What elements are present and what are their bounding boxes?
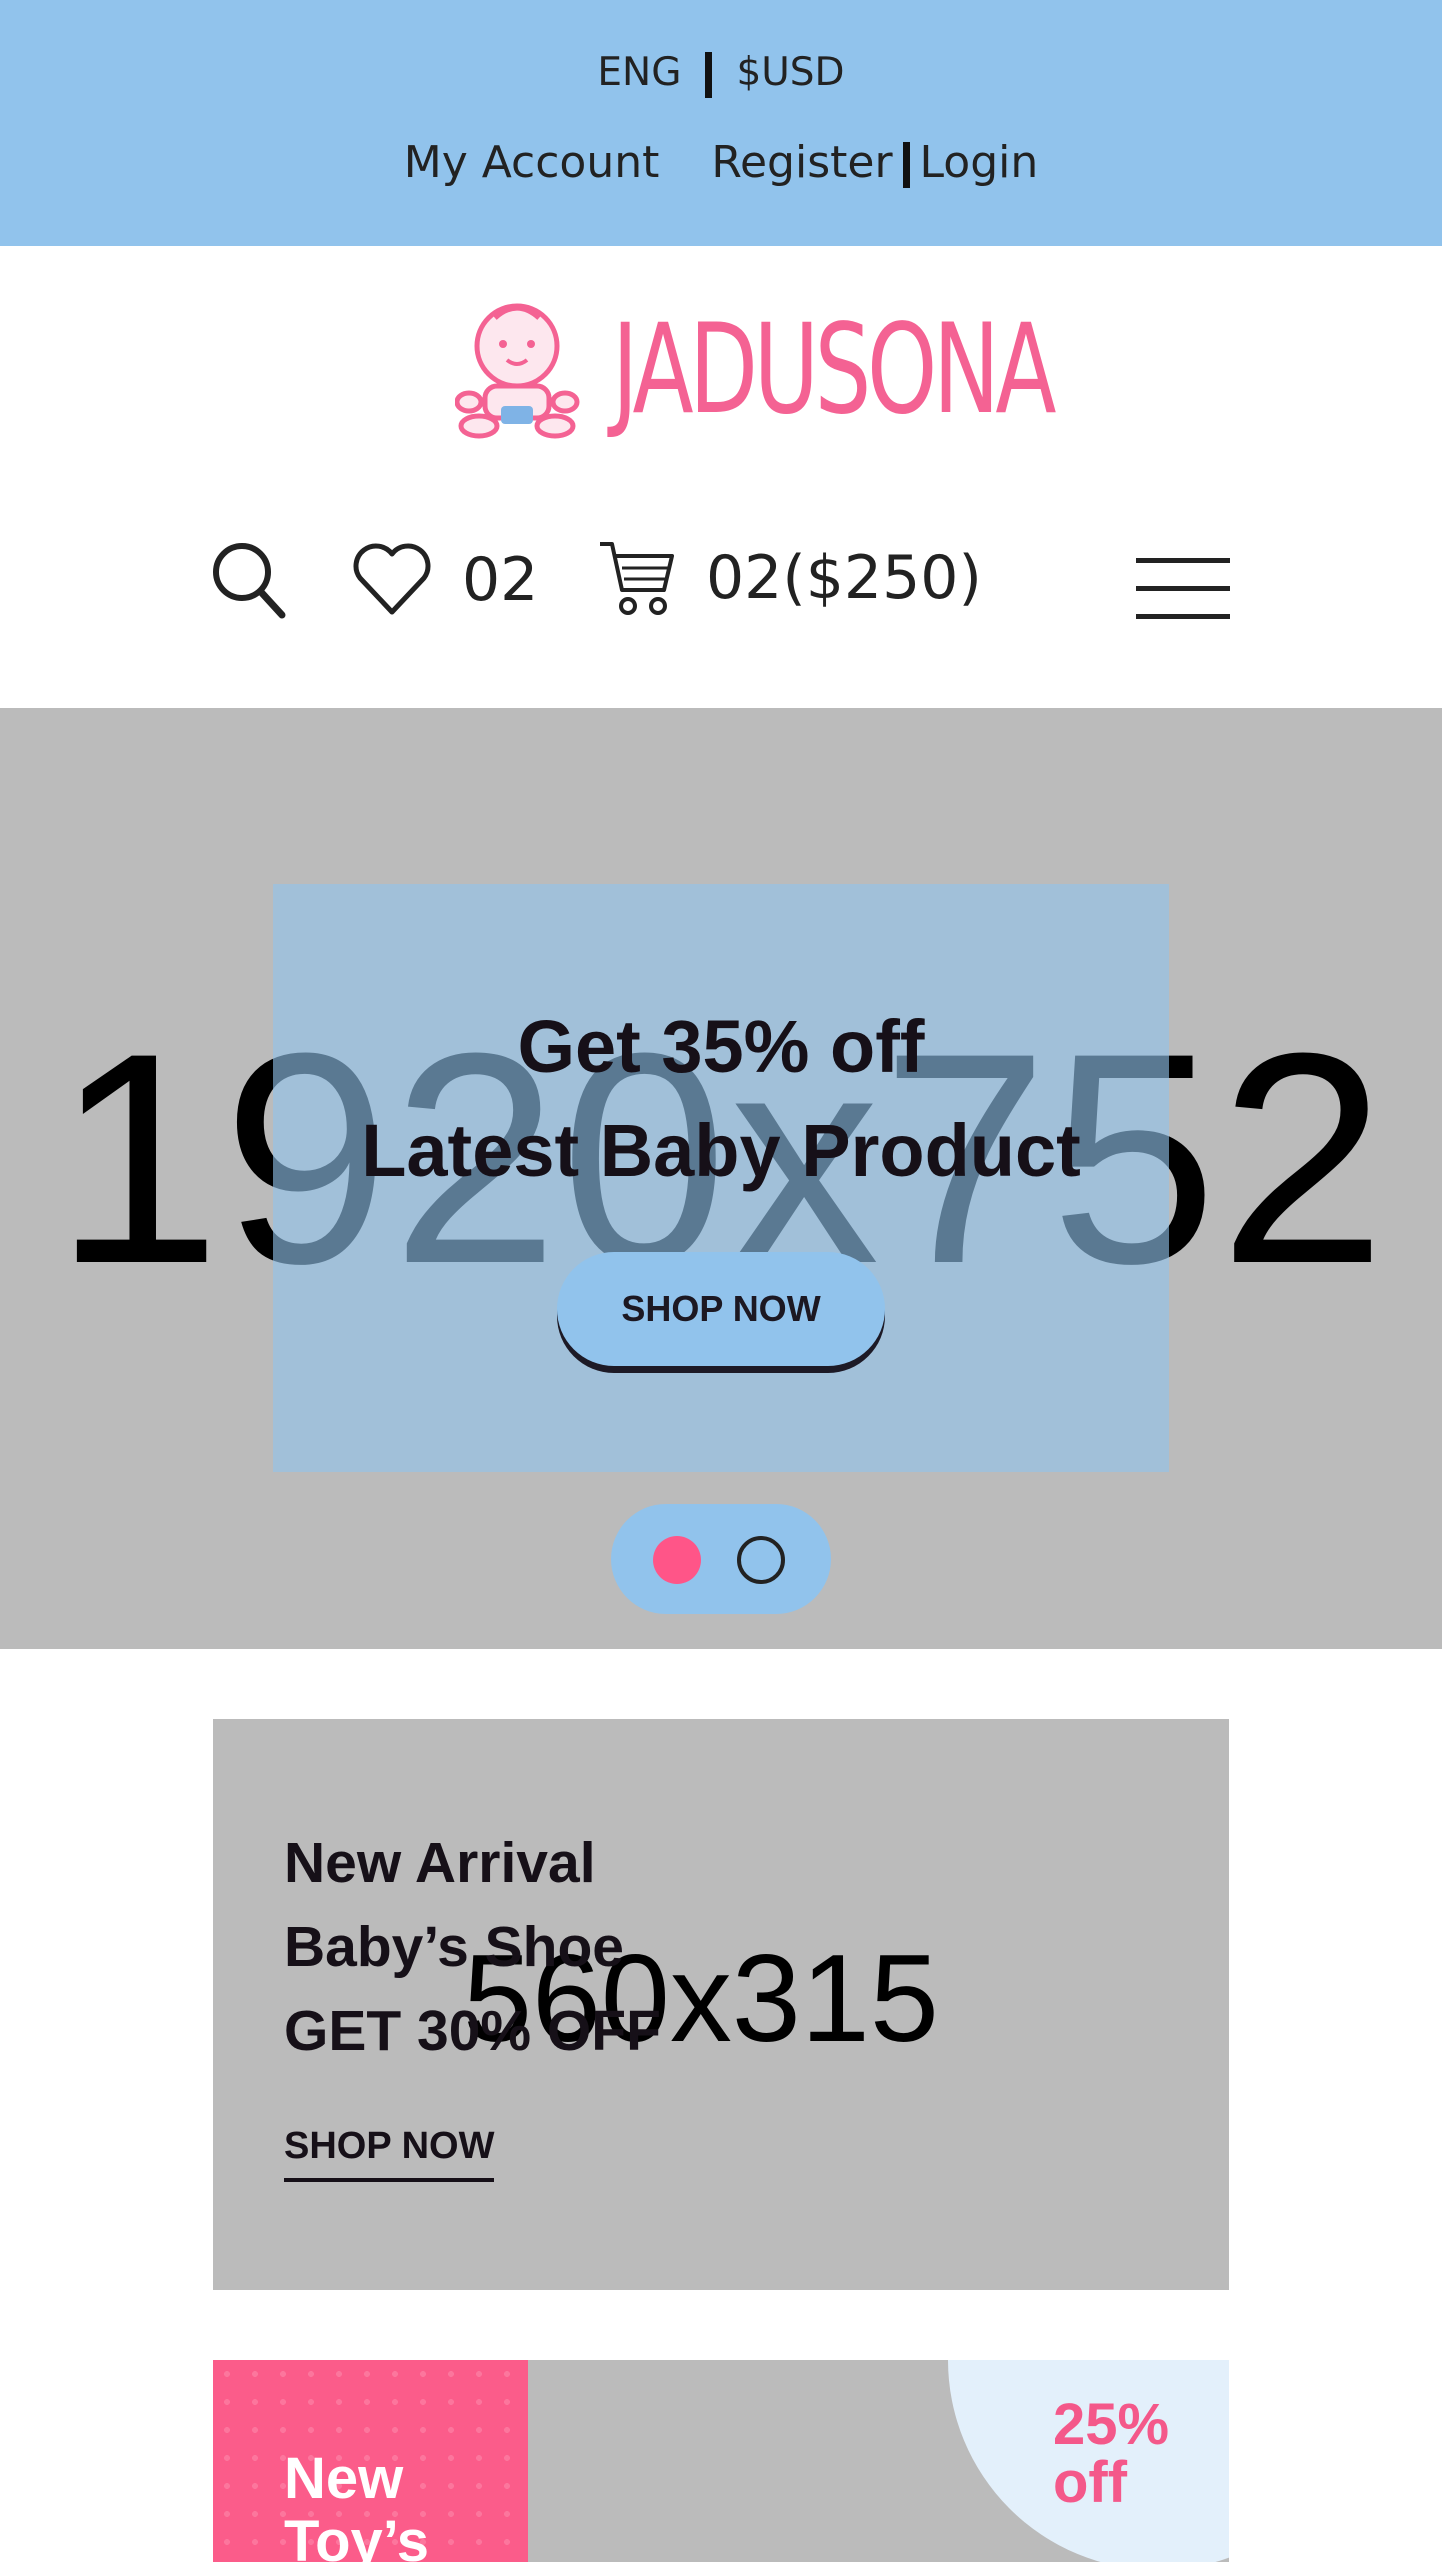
my-account-link[interactable]: My Account [404,137,660,188]
promo-banner-shoes[interactable]: 560x315 New Arrival Baby’s Shoe GET 30% … [213,1719,1229,2290]
logo-text: JADUSONA [612,298,1057,442]
register-link[interactable]: Register [711,137,892,188]
language-selector[interactable]: ENG [597,50,681,95]
hamburger-menu-icon[interactable] [1136,554,1230,622]
header-actions: 02 02($250) [0,530,1442,630]
divider [705,51,713,98]
discount-off: off [1053,2450,1128,2515]
banner-line3: GET 30% OFF [284,1999,661,2063]
toys-heading-line2: Toy’s [284,2508,430,2562]
toys-pink-panel: New Toy’s [213,2360,528,2562]
locale-row: ENG $USD [0,50,1442,98]
baby-mascot-icon [455,303,580,439]
discount-badge: 25% off [1053,2396,1169,2512]
promo-banner-toys[interactable]: New Toy’s 25% off [213,2360,1229,2562]
discount-percent: 25% [1053,2392,1170,2457]
banner-line2: Baby’s Shoe [284,1915,624,1979]
search-icon[interactable] [210,540,286,620]
hero-slider: 1920x752 Get 35% off Latest Baby Product… [0,708,1442,1649]
currency-selector[interactable]: $USD [736,50,844,95]
slider-pagination [611,1504,831,1614]
toys-heading: New Toy’s [284,2446,430,2562]
hero-title-line1: Get 35% off [517,1005,925,1088]
slide-dot-2[interactable] [737,1536,785,1584]
hero-promo-card: Get 35% off Latest Baby Product SHOP NOW [273,884,1169,1472]
banner-line1: New Arrival [284,1831,596,1895]
cart-icon[interactable] [598,538,676,618]
site-logo[interactable]: JADUSONA [455,298,1057,440]
cart-summary: 02($250) [706,543,982,613]
slide-dot-1[interactable] [653,1536,701,1584]
toys-heading-line1: New [284,2446,404,2511]
top-bar: ENG $USD My Account Register Login [0,0,1442,246]
hero-title-line2: Latest Baby Product [361,1109,1081,1192]
account-row: My Account Register Login [0,137,1442,188]
login-link[interactable]: Login [920,137,1039,188]
hero-shop-now-button[interactable]: SHOP NOW [557,1252,885,1366]
heart-icon[interactable] [352,538,432,618]
divider [902,142,910,188]
wishlist-count: 02 [462,545,539,615]
banner-shop-now-link[interactable]: SHOP NOW [284,2125,495,2182]
